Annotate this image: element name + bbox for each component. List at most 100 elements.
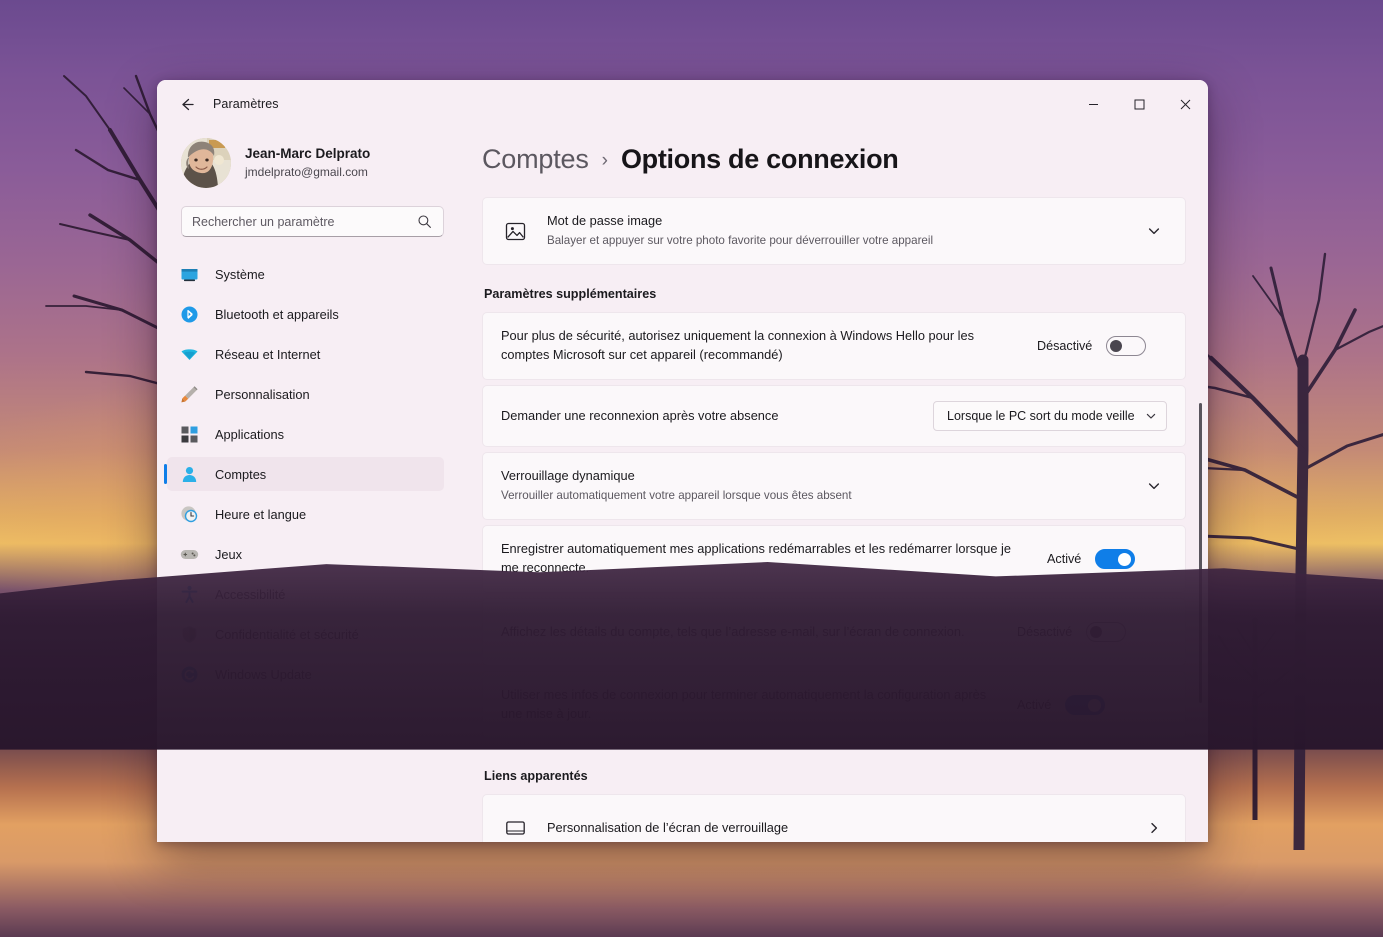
related-link-title: Personnalisation de l’écran de verrouill… (547, 819, 789, 835)
reconnexion-dropdown[interactable]: Lorsque le PC sort du mode veille (933, 401, 1167, 431)
sidebar-item-label: Confidentialité et sécurité (215, 626, 359, 642)
additional-settings-heading: Paramètres supplémentaires (484, 287, 657, 301)
sidebar-item-accessibilite[interactable]: Accessibilité (167, 577, 444, 611)
desktop-wallpaper: Paramètres Jean-Marc Delprato jmdelprato… (0, 0, 1383, 937)
maximize-button[interactable] (1116, 80, 1162, 128)
related-links-heading: Liens apparentés (484, 769, 588, 783)
toggle-state-label: Désactivé (1017, 625, 1073, 639)
setting-row-verrouillage-dynamique[interactable]: Verrouillage dynamique Verrouiller autom… (482, 452, 1186, 520)
restart-apps-toggle[interactable] (1095, 549, 1136, 569)
setting-title: Utiliser mes infos de connexion pour ter… (501, 687, 987, 721)
sidebar-item-label: Windows Update (215, 666, 312, 682)
sidebar-item-windows-update[interactable]: Windows Update (167, 657, 444, 691)
settings-window: Paramètres Jean-Marc Delprato jmdelprato… (157, 80, 1208, 842)
update-refresh-icon (179, 664, 199, 684)
setting-title: Enregistrer automatiquement mes applicat… (501, 541, 1011, 575)
user-avatar-photo (181, 138, 231, 188)
sidebar-nav: Système Bluetooth et appareils Réseau et… (157, 257, 444, 842)
main-scrollbar-thumb[interactable] (1199, 403, 1202, 703)
sidebar-item-label: Réseau et Internet (215, 346, 321, 362)
sidebar-item-label: Applications (215, 426, 285, 442)
shield-icon (179, 624, 199, 644)
maximize-icon (1134, 99, 1144, 109)
window-body: Jean-Marc Delprato jmdelprato@gmail.com (157, 128, 1208, 842)
breadcrumb-parent-link[interactable]: Comptes (482, 144, 589, 175)
sidebar-item-bluetooth[interactable]: Bluetooth et appareils (167, 297, 444, 331)
setting-row-reconnexion: Demander une reconnexion après votre abs… (482, 385, 1186, 447)
picture-password-card[interactable]: Mot de passe image Balayer et appuyer su… (482, 197, 1186, 265)
sidebar-item-label: Système (215, 266, 265, 282)
sidebar: Jean-Marc Delprato jmdelprato@gmail.com (157, 128, 460, 842)
signin-info-toggle[interactable] (1065, 695, 1106, 715)
person-account-icon (179, 464, 199, 484)
toggle-state-label: Désactivé (1037, 339, 1093, 353)
account-details-toggle[interactable] (1086, 622, 1127, 642)
sidebar-item-applications[interactable]: Applications (167, 417, 444, 451)
close-button[interactable] (1162, 80, 1208, 128)
toggle-state-label: Activé (1017, 698, 1052, 712)
card-subtitle: Balayer et appuyer sur votre photo favor… (547, 233, 934, 247)
app-title: Paramètres (213, 97, 279, 111)
avatar (181, 138, 231, 188)
bluetooth-icon (179, 304, 199, 324)
sidebar-item-personnalisation[interactable]: Personnalisation (167, 377, 444, 411)
account-block[interactable]: Jean-Marc Delprato jmdelprato@gmail.com (157, 128, 444, 188)
setting-title: Pour plus de sécurité, autorisez uniquem… (501, 328, 975, 362)
page-title: Options de connexion (620, 144, 899, 174)
sidebar-item-label: Accessibilité (215, 586, 286, 602)
related-link-lock-screen[interactable]: Personnalisation de l’écran de verrouill… (482, 794, 1186, 842)
sidebar-item-label: Comptes (215, 466, 267, 482)
window-controls (1070, 80, 1208, 128)
close-icon (1180, 99, 1190, 109)
lock-screen-icon (501, 814, 529, 842)
main-pane: Comptes › Options de connexion Mot de pa… (460, 128, 1208, 842)
chevron-down-icon[interactable] (1141, 218, 1167, 244)
sidebar-item-label: Jeux (215, 546, 243, 562)
breadcrumb: Comptes › Options de connexion (482, 144, 1186, 175)
sidebar-item-jeux[interactable]: Jeux (167, 537, 444, 571)
windows-hello-toggle[interactable] (1106, 336, 1147, 356)
search-box[interactable] (181, 206, 444, 237)
breadcrumb-separator-icon: › (601, 149, 608, 171)
setting-title: Demander une reconnexion après votre abs… (501, 407, 779, 423)
card-title: Mot de passe image (547, 213, 663, 229)
setting-title: Verrouillage dynamique (501, 468, 635, 484)
chevron-down-icon[interactable] (1141, 473, 1167, 499)
sidebar-item-reseau[interactable]: Réseau et Internet (167, 337, 444, 371)
setting-row-signin-info: Utiliser mes infos de connexion pour ter… (482, 671, 1186, 739)
setting-title: Affichez les détails du compte, tels que… (501, 623, 965, 639)
setting-subtitle: Verrouiller automatiquement votre appare… (501, 488, 852, 502)
accessibility-icon (179, 584, 199, 604)
sidebar-item-comptes[interactable]: Comptes (164, 457, 444, 491)
chevron-down-icon (1145, 410, 1157, 422)
search-icon (417, 214, 433, 229)
back-button[interactable] (169, 87, 203, 121)
arrow-left-icon (181, 98, 194, 110)
sidebar-item-systeme[interactable]: Système (167, 257, 444, 291)
clock-globe-icon (179, 504, 199, 524)
paintbrush-icon (179, 384, 199, 404)
search-input[interactable] (192, 214, 417, 229)
dropdown-selected-value: Lorsque le PC sort du mode veille (947, 409, 1135, 423)
minimize-button[interactable] (1070, 80, 1116, 128)
display-monitor-icon (179, 264, 199, 284)
toggle-state-label: Activé (1047, 552, 1082, 566)
sidebar-item-label: Heure et langue (215, 506, 307, 522)
setting-row-account-details: Affichez les détails du compte, tels que… (482, 598, 1186, 666)
gamepad-icon (179, 544, 199, 564)
account-email: jmdelprato@gmail.com (245, 164, 368, 179)
chevron-right-icon[interactable] (1141, 815, 1167, 841)
setting-row-windows-hello: Pour plus de sécurité, autorisez uniquem… (482, 312, 1186, 380)
sidebar-item-heure-langue[interactable]: Heure et langue (167, 497, 444, 531)
picture-image-icon (501, 217, 529, 245)
minimize-icon (1088, 103, 1098, 105)
sidebar-item-confidentialite[interactable]: Confidentialité et sécurité (167, 617, 444, 651)
main-scroll-region: Comptes › Options de connexion Mot de pa… (482, 128, 1208, 842)
sidebar-item-label: Bluetooth et appareils (215, 306, 339, 322)
tree-silhouette-small (1215, 560, 1335, 820)
account-name: Jean-Marc Delprato (245, 145, 371, 161)
setting-row-restart-apps: Enregistrer automatiquement mes applicat… (482, 525, 1186, 593)
wifi-icon (179, 344, 199, 364)
sidebar-item-label: Personnalisation (215, 386, 310, 402)
window-titlebar: Paramètres (157, 80, 1208, 128)
